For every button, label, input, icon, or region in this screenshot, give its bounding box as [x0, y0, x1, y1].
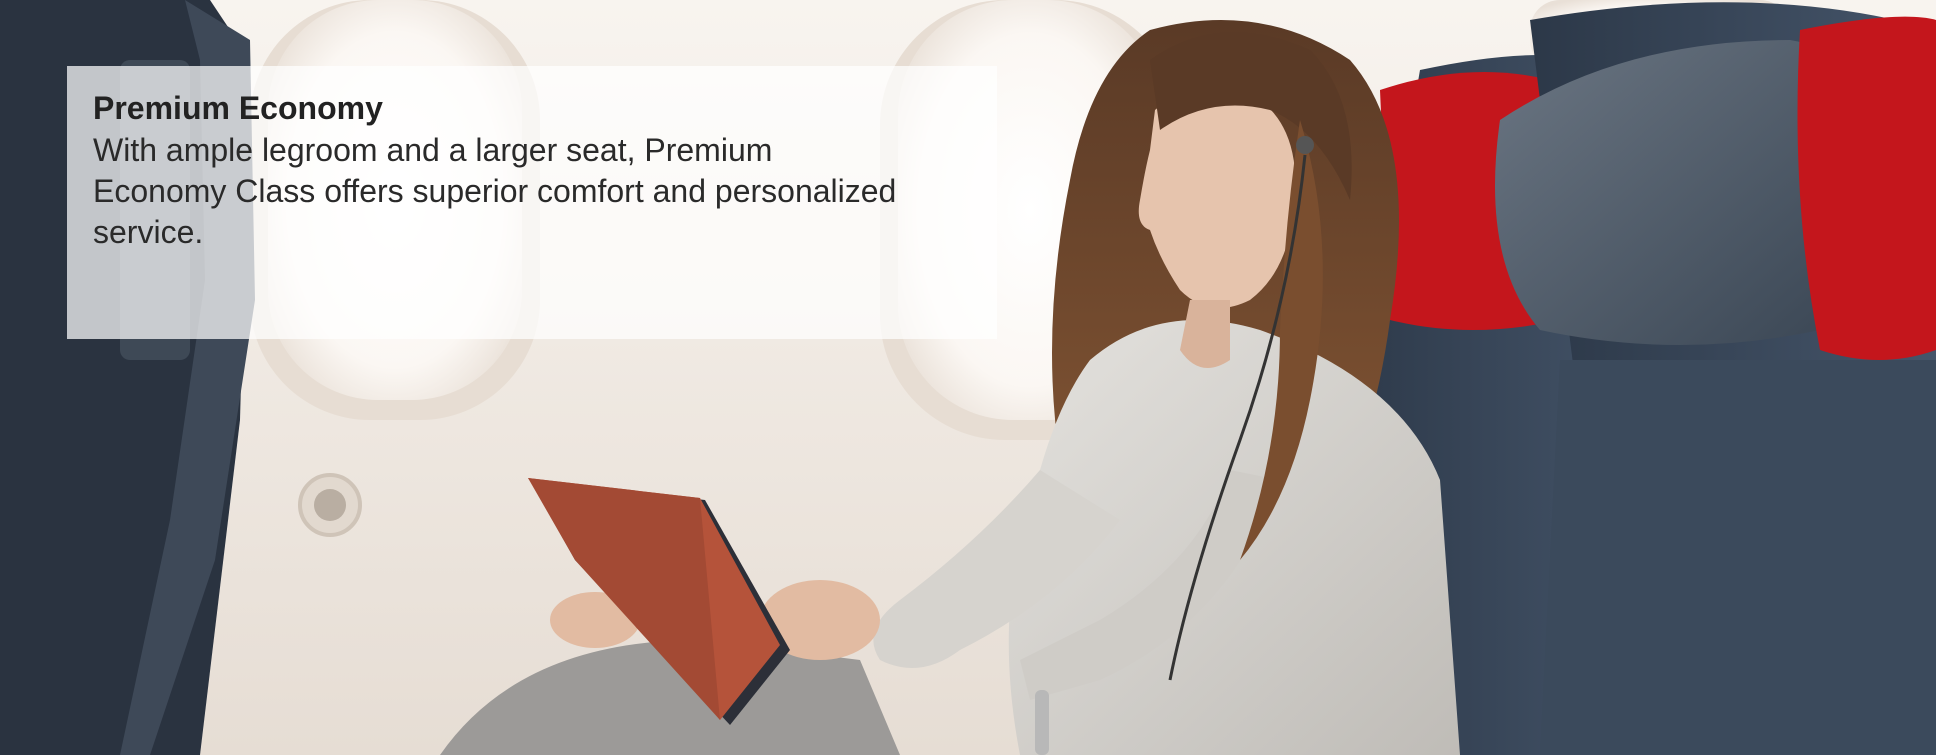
hero-banner: Premium Economy With ample legroom and a…	[0, 0, 1936, 755]
caption-box: Premium Economy With ample legroom and a…	[67, 66, 997, 339]
cabin-class-title: Premium Economy	[93, 90, 383, 126]
cabin-class-description: With ample legroom and a larger seat, Pr…	[93, 132, 897, 250]
